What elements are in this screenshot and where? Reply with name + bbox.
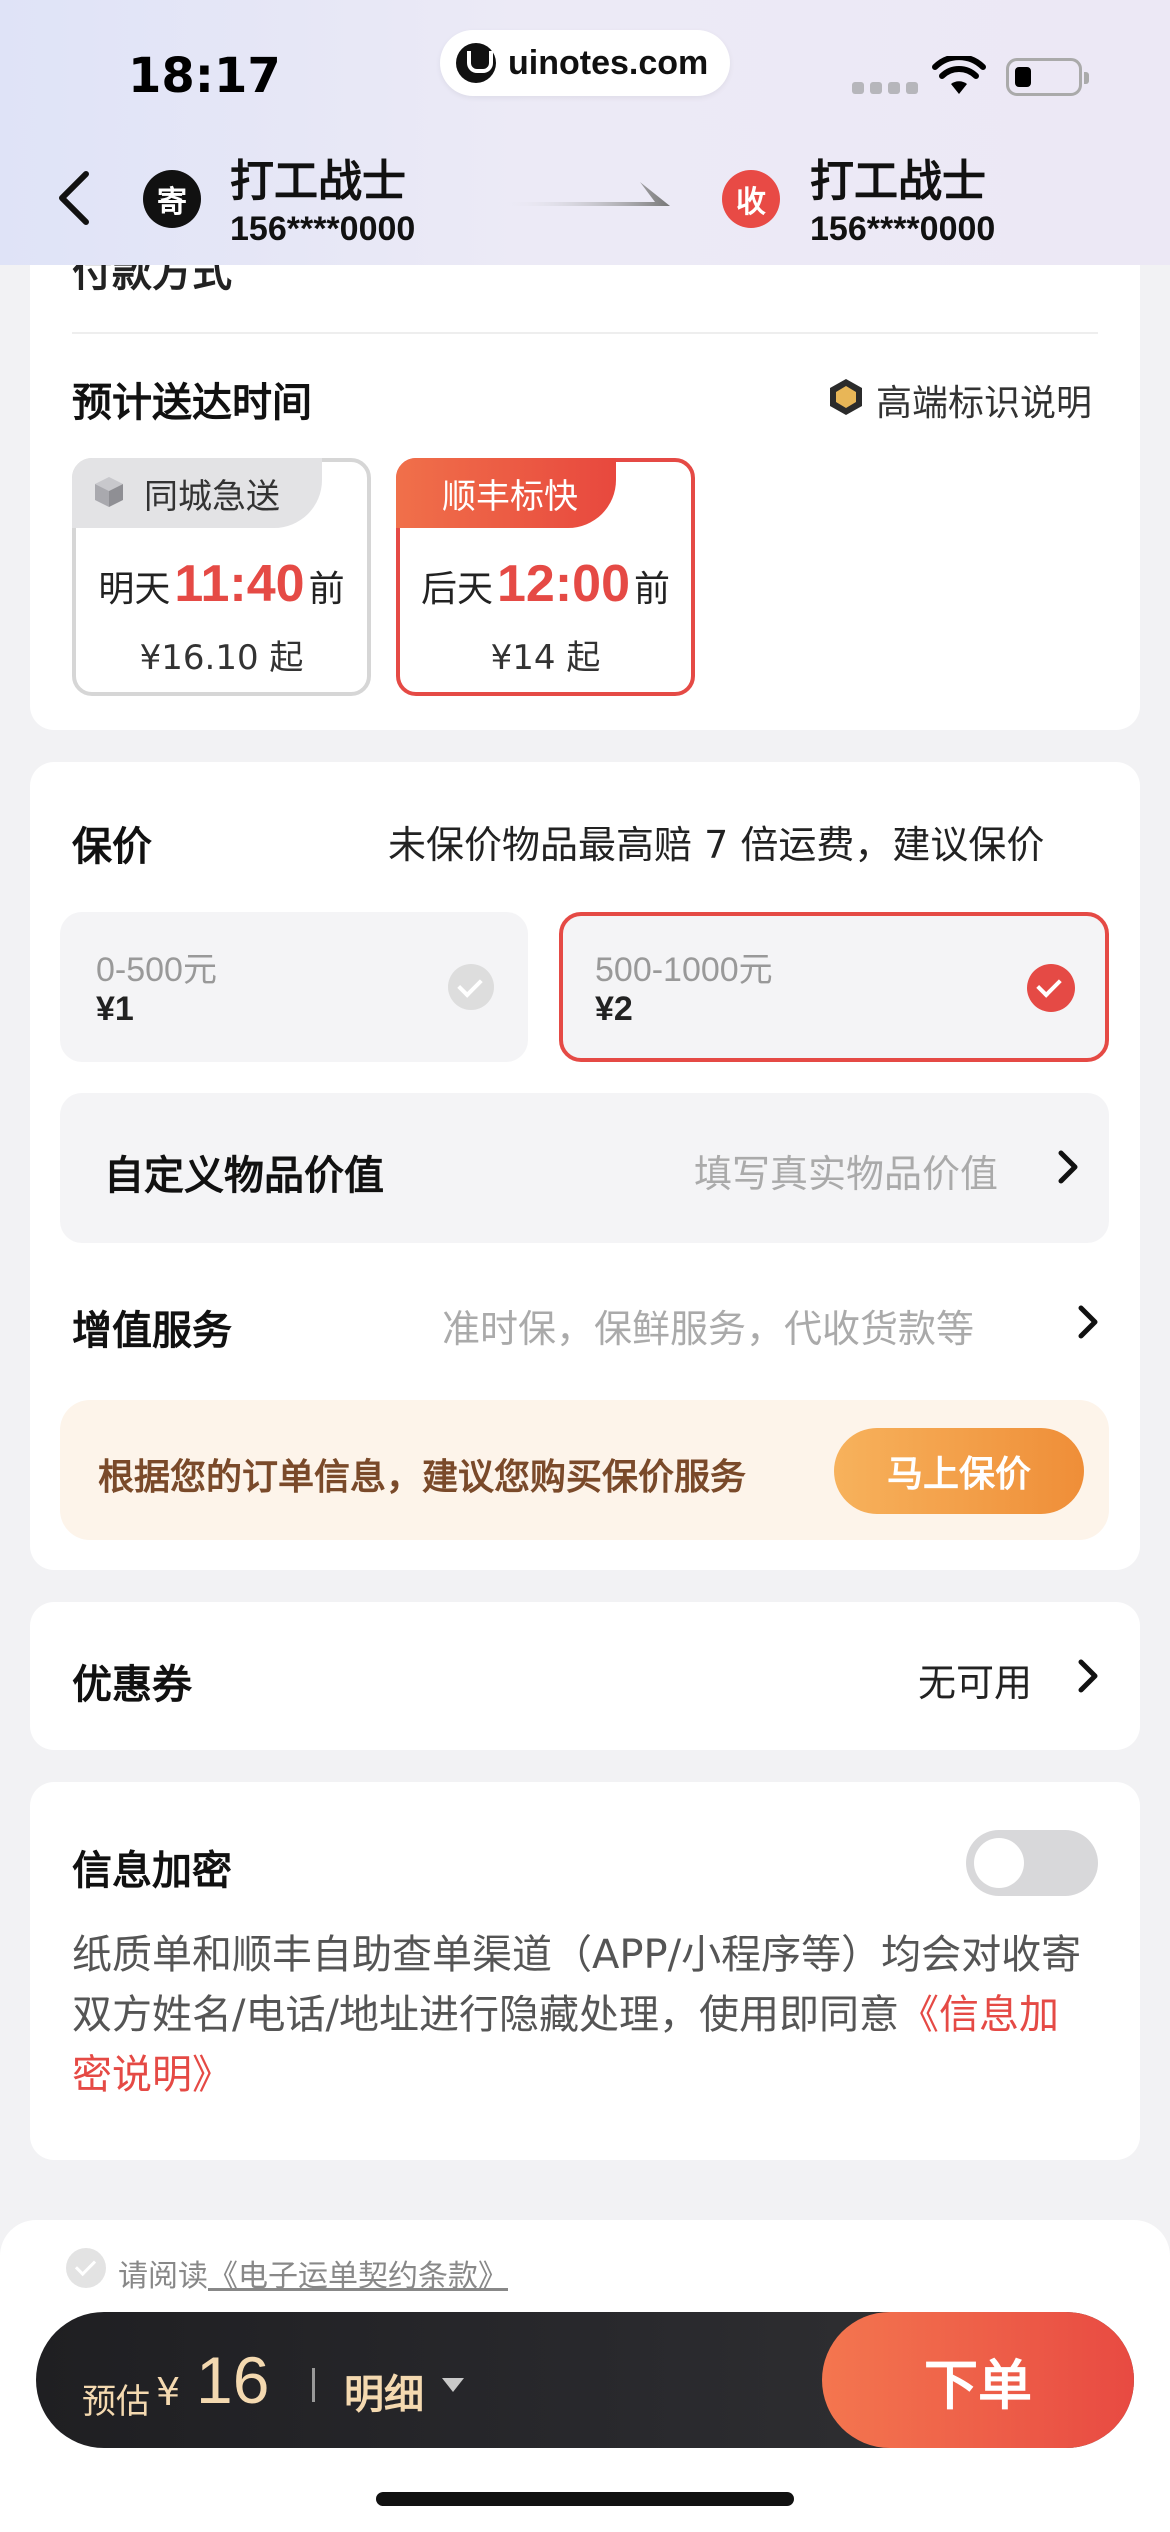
cellular-signal-icon [852,82,918,94]
receiver-name[interactable]: 打工战士 [810,145,986,209]
chevron-right-icon[interactable] [1076,1658,1100,1694]
encryption-description: 纸质单和顺丰自助查单渠道（APP/小程序等）均会对收寄双方姓名/电话/地址进行隐… [72,1932,1082,2098]
receiver-phone: 156****0000 [810,210,996,248]
coupon-title: 优惠券 [72,1662,192,1708]
wifi-icon [932,56,986,94]
insurance-range: 0-500元 [96,951,217,989]
buy-insurance-button[interactable]: 马上保价 [834,1428,1084,1514]
custom-value-label: 自定义物品价值 [104,1153,384,1199]
premium-badge-icon [830,379,862,415]
option-eta: 明天11:40 前 [98,555,345,613]
currency-symbol: ¥ [156,2370,181,2414]
uinotes-logo-icon [456,43,496,83]
custom-value-row[interactable]: 自定义物品价值 填写真实物品价值 [60,1093,1109,1243]
waybill-terms-link[interactable]: 《电子运单契约条款》 [208,2259,508,2294]
option-tag: 同城急送 [72,458,322,528]
option-price: ¥16.10 起 [139,638,304,678]
home-indicator [376,2492,794,2506]
url-pill: uinotes.com [440,30,730,96]
insurance-note: 未保价物品最高赔 7 倍运费，建议保价 [388,823,1045,867]
option-price: ¥14 起 [490,638,601,678]
coupon-value[interactable]: 无可用 [918,1652,1032,1707]
check-circle-selected-icon [1027,964,1075,1012]
delivery-time-title: 预计送达时间 [72,380,312,426]
chevron-right-icon[interactable] [1076,1304,1100,1340]
value-added-hint[interactable]: 准时保，保鲜服务，代收货款等 [442,1298,974,1353]
delivery-option-same-city[interactable]: 同城急送 明天11:40 前 ¥16.10 起 [72,458,371,696]
agree-checkbox[interactable] [66,2248,106,2288]
sender-badge: 寄 [143,170,201,228]
option-eta: 后天12:00 前 [420,555,671,613]
delivery-option-standard[interactable]: 顺丰标快 后天12:00 前 ¥14 起 [396,458,695,696]
insurance-range: 500-1000元 [595,951,773,989]
estimate-value: 16 [196,2343,270,2417]
insurance-title: 保价 [72,824,152,870]
encryption-toggle[interactable] [966,1830,1098,1896]
sender-name[interactable]: 打工战士 [230,145,406,209]
promo-text: 根据您的订单信息，建议您购买保价服务 [98,1457,747,1498]
url-text: uinotes.com [508,43,709,82]
caret-down-icon[interactable] [442,2378,464,2392]
chevron-right-icon [1058,1150,1078,1184]
insurance-option-0-500[interactable]: 0-500元 ¥1 [60,912,528,1062]
option-tag: 顺丰标快 [396,458,616,528]
check-circle-icon [448,964,494,1010]
insurance-price: ¥2 [595,990,633,1028]
estimate-label: 预估 [82,2382,150,2422]
divider [72,332,1098,334]
insurance-price: ¥1 [96,990,134,1028]
cube-icon [95,477,123,507]
custom-value-placeholder: 填写真实物品价值 [694,1152,999,1196]
battery-icon [1006,58,1089,96]
premium-legend-link[interactable]: 高端标识说明 [876,374,1092,426]
submit-order-button[interactable]: 下单 [822,2312,1134,2448]
insurance-promo-banner: 根据您的订单信息，建议您购买保价服务 马上保价 [60,1400,1109,1540]
value-added-title: 增值服务 [72,1308,232,1354]
insurance-option-500-1000[interactable]: 500-1000元 ¥2 [559,912,1109,1062]
back-arrow-icon[interactable] [54,170,94,226]
sender-phone: 156****0000 [230,210,416,248]
status-time: 18:17 [128,48,281,104]
encryption-title: 信息加密 [72,1848,232,1894]
receiver-badge: 收 [722,170,780,228]
bar-separator [312,2368,315,2402]
price-detail-button[interactable]: 明细 [344,2362,424,2420]
route-arrow-icon [505,182,670,206]
agreement-text: 请阅读《电子运单契约条款》 [118,2259,508,2294]
